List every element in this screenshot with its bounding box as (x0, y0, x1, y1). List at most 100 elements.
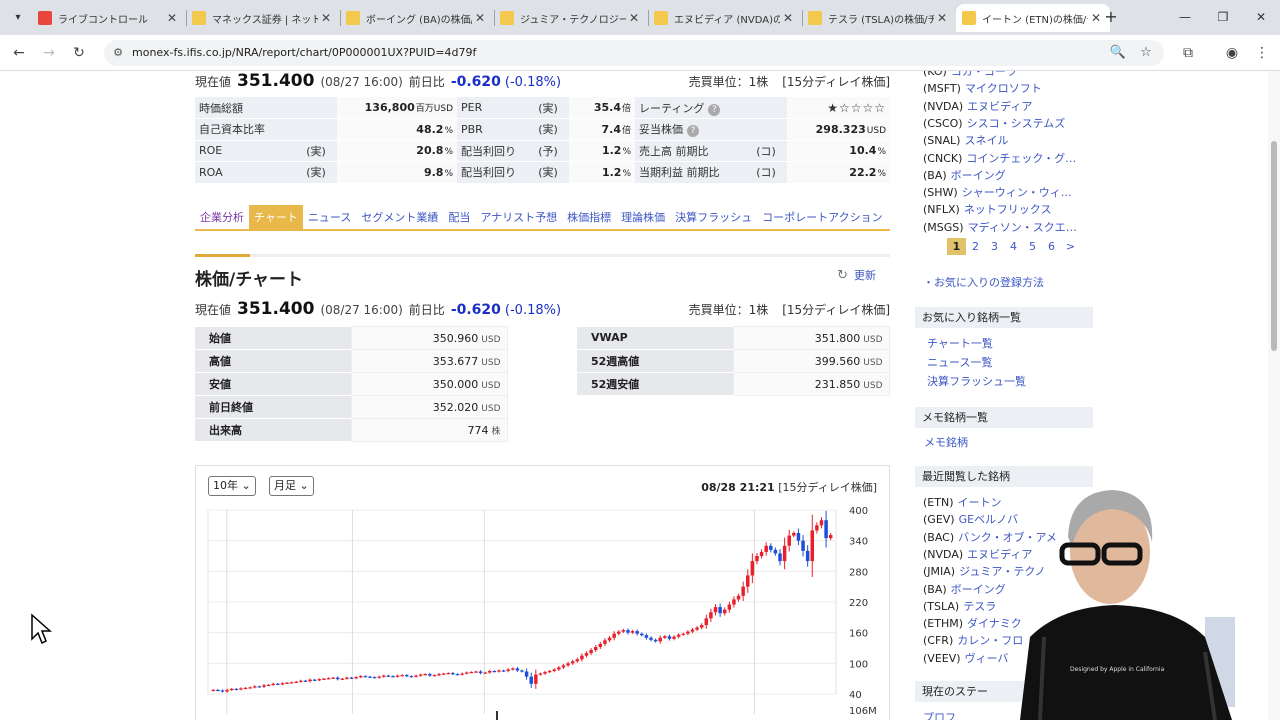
tab-title[interactable]: ボーイング (BA)の株価/ (366, 11, 472, 26)
forward-arrow-icon[interactable]: → (38, 42, 60, 64)
profile-avatar-icon[interactable]: ◉ (1221, 42, 1243, 64)
tab-title[interactable]: イートン (ETN)の株価/チ (982, 11, 1088, 26)
stock-list-item[interactable]: (MSFT) マイクロソフト (923, 80, 1042, 96)
help-icon[interactable]: ? (687, 125, 699, 138)
stock-list-item[interactable]: (ETN) イートン (923, 494, 1001, 510)
candle-body (234, 688, 239, 691)
tab-segment[interactable]: セグメント業績 (356, 205, 443, 229)
browser-tab[interactable]: ジュミア・テクノロジーズ (✕ (494, 4, 648, 32)
stock-list-item[interactable]: (NVDA) エヌビディア (923, 98, 1032, 114)
maximize-icon[interactable]: ❐ (1208, 6, 1238, 28)
fav-howto-link[interactable]: ・お気に入りの登録方法 (923, 274, 1044, 290)
browser-menu-icon[interactable]: ⋮ (1251, 42, 1273, 64)
browser-tab[interactable]: エヌビディア (NVDA)の株✕ (648, 4, 802, 32)
stock-name-link[interactable]: マディソン・スクエ… (968, 221, 1077, 234)
stock-name-link[interactable]: スネイル (964, 134, 1008, 147)
stock-list-item[interactable]: (KO) コカ・コーラ (923, 71, 1017, 79)
page-link[interactable]: 6 (1042, 238, 1061, 255)
minimize-icon[interactable]: — (1170, 6, 1200, 28)
page-link[interactable]: 3 (985, 238, 1004, 255)
page-link[interactable]: 5 (1023, 238, 1042, 255)
stock-list-item[interactable]: (SNAL) スネイル (923, 132, 1008, 148)
tab-corporate-action[interactable]: コーポレートアクション (757, 205, 887, 229)
page-scrollbar[interactable] (1268, 71, 1280, 720)
new-tab-button[interactable]: + (1100, 6, 1122, 28)
browser-tab[interactable]: イートン (ETN)の株価/チ ✕ (956, 4, 1110, 32)
tab-close-icon[interactable]: ✕ (780, 11, 796, 25)
tab-analyst[interactable]: アナリスト予想 (475, 205, 562, 229)
candle-body (372, 677, 377, 679)
stock-list-item[interactable]: (SHW) シャーウィン・ウィ… (923, 184, 1072, 200)
stock-list-item[interactable]: (CNCK) コインチェック・グ… (923, 150, 1076, 166)
reload-icon[interactable]: ↻ (68, 42, 90, 64)
tab-title[interactable]: テスラ (TSLA)の株価/チ (828, 11, 934, 26)
bookmark-star-icon[interactable]: ☆ (1137, 44, 1155, 62)
stock-list-item[interactable]: (VEEV) ヴィーバ (923, 650, 1008, 666)
fav-earnings-list-link[interactable]: 決算フラッシュ一覧 (927, 373, 1026, 389)
close-window-icon[interactable]: ✕ (1246, 6, 1276, 28)
tab-dividend[interactable]: 配当 (443, 205, 475, 229)
page-link[interactable]: 1 (947, 238, 966, 255)
stock-name-link[interactable]: シスコ・システムズ (967, 117, 1066, 130)
refresh-label[interactable]: 更新 (854, 269, 876, 282)
stock-list-item[interactable]: (MSGS) マディソン・スクエ… (923, 219, 1077, 235)
stock-list-item[interactable]: (TSLA) テスラ (923, 598, 996, 614)
tab-indicators[interactable]: 株価指標 (562, 205, 616, 229)
tab-company-analysis[interactable]: 企業分析 (195, 205, 249, 229)
tab-close-icon[interactable]: ✕ (472, 11, 488, 25)
browser-tab[interactable]: テスラ (TSLA)の株価/チ ✕ (802, 4, 956, 32)
stock-name-link[interactable]: ボーイング (951, 583, 1006, 596)
tab-title[interactable]: ライブコントロール (58, 11, 164, 26)
tab-title[interactable]: エヌビディア (NVDA)の株 (674, 11, 780, 26)
stock-name-link[interactable]: コインチェック・グ… (966, 152, 1076, 165)
ohlc-value: 351.800 USD (732, 326, 890, 350)
tab-theoretical-price[interactable]: 理論株価 (616, 205, 670, 229)
stock-list-item[interactable]: (BA) ボーイング (923, 581, 1006, 597)
browser-tab[interactable]: ライブコントロール ✕ (32, 4, 186, 32)
tab-close-icon[interactable]: ✕ (318, 11, 334, 25)
address-bar[interactable]: ⚙ monex-fs.ifis.co.jp/NRA/report/chart/0… (104, 40, 1164, 66)
stock-name-link[interactable]: シャーウィン・ウィ… (962, 186, 1072, 199)
stock-list-item[interactable]: (NFLX) ネットフリックス (923, 201, 1051, 217)
ohlc-row: 高値 353.677 USD (195, 349, 508, 373)
page-link[interactable]: 4 (1004, 238, 1023, 255)
page-link[interactable]: 2 (966, 238, 985, 255)
refresh-icon[interactable]: ↻ (837, 268, 848, 283)
browser-tab[interactable]: ボーイング (BA)の株価/✕ (340, 4, 494, 32)
stock-name-link[interactable]: マイクロソフト (965, 82, 1042, 95)
tab-earnings-flash[interactable]: 決算フラッシュ (670, 205, 757, 229)
help-icon[interactable]: ? (708, 103, 721, 116)
stock-name-link[interactable]: コカ・コーラ (951, 71, 1017, 78)
tab-title[interactable]: ジュミア・テクノロジーズ ( (520, 11, 626, 26)
tab-title[interactable]: マネックス証券 | ネット証 (212, 11, 318, 26)
stock-name-link[interactable]: ボーイング (951, 169, 1006, 182)
fav-news-list-link[interactable]: ニュース一覧 (927, 354, 992, 370)
refresh-button[interactable]: ↻ 更新 (837, 267, 876, 283)
tab-close-icon[interactable]: ✕ (626, 11, 642, 25)
tab-chart[interactable]: チャート (249, 205, 303, 229)
memo-link[interactable]: メモ銘柄 (924, 434, 968, 450)
stock-name-link[interactable]: エヌビディア (967, 100, 1032, 113)
candlestick-chart[interactable]: 400 340 280 220 160 100 40 106M (196, 466, 891, 720)
extensions-icon[interactable]: ⧉ (1177, 42, 1199, 64)
stock-list-item[interactable]: (CSCO) シスコ・システムズ (923, 115, 1065, 131)
profile-link[interactable]: プロフ (923, 709, 956, 720)
tab-search-dropdown-icon[interactable]: ▾ (8, 8, 28, 28)
browser-tab[interactable]: マネックス証券 | ネット証✕ (186, 4, 340, 32)
candle-body (769, 545, 773, 550)
back-arrow-icon[interactable]: ← (8, 42, 30, 64)
fav-chart-list-link[interactable]: チャート一覧 (927, 335, 993, 351)
page-link[interactable]: > (1061, 238, 1080, 255)
stock-name-link[interactable]: テスラ (963, 600, 996, 613)
tab-close-icon[interactable]: ✕ (934, 11, 950, 25)
scrollbar-thumb[interactable] (1271, 141, 1277, 351)
tab-close-icon[interactable]: ✕ (164, 11, 180, 25)
stock-list-item[interactable]: (BA) ボーイング (923, 167, 1006, 183)
url-text[interactable]: monex-fs.ifis.co.jp/NRA/report/chart/0P0… (132, 40, 476, 66)
tab-news[interactable]: ニュース (303, 205, 356, 229)
site-info-icon[interactable]: ⚙ (110, 45, 126, 61)
stock-name-link[interactable]: ネットフリックス (964, 203, 1052, 216)
browser-toolbar: ← → ↻ ⚙ monex-fs.ifis.co.jp/NRA/report/c… (0, 35, 1280, 71)
zoom-icon[interactable]: 🔍 (1109, 44, 1127, 62)
stock-name-link[interactable]: イートン (957, 496, 1001, 509)
